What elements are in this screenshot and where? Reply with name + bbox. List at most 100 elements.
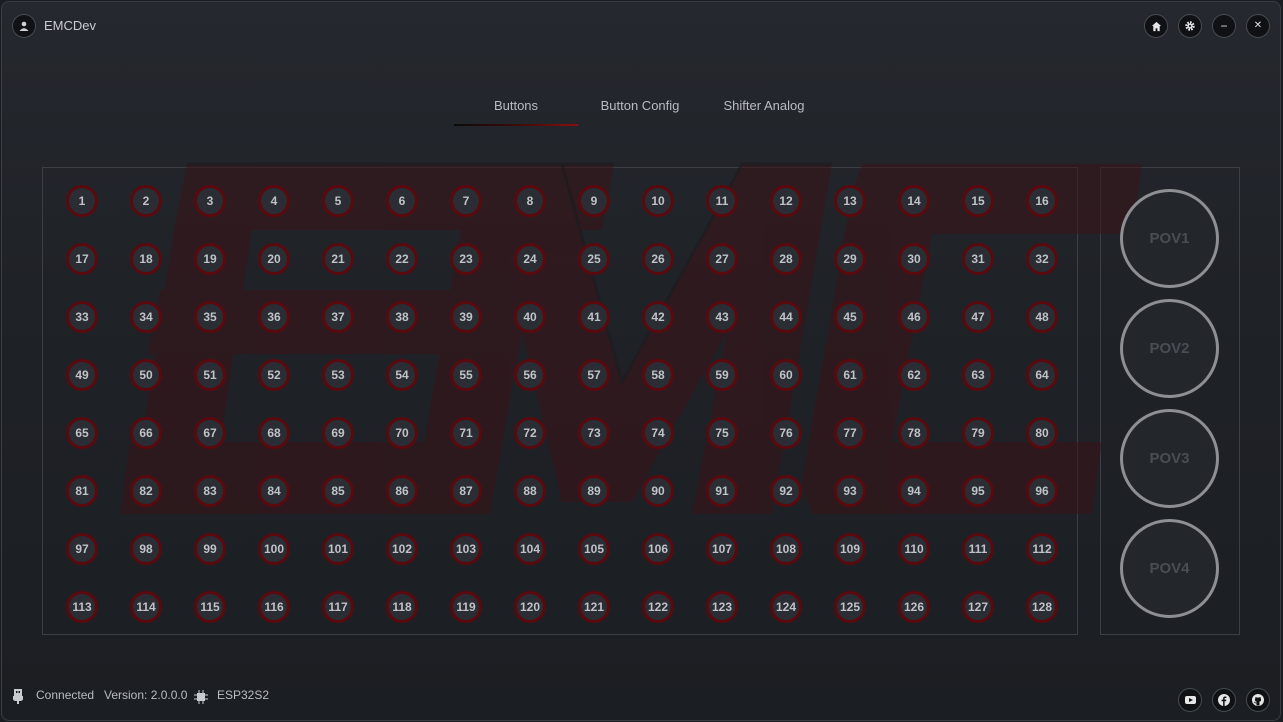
joystick-button-35[interactable]: 35 xyxy=(194,301,226,333)
joystick-button-49[interactable]: 49 xyxy=(66,359,98,391)
joystick-button-86[interactable]: 86 xyxy=(386,475,418,507)
joystick-button-109[interactable]: 109 xyxy=(834,533,866,565)
joystick-button-94[interactable]: 94 xyxy=(898,475,930,507)
joystick-button-18[interactable]: 18 xyxy=(130,243,162,275)
joystick-button-88[interactable]: 88 xyxy=(514,475,546,507)
joystick-button-124[interactable]: 124 xyxy=(770,591,802,623)
joystick-button-60[interactable]: 60 xyxy=(770,359,802,391)
joystick-button-95[interactable]: 95 xyxy=(962,475,994,507)
joystick-button-71[interactable]: 71 xyxy=(450,417,482,449)
joystick-button-25[interactable]: 25 xyxy=(578,243,610,275)
joystick-button-116[interactable]: 116 xyxy=(258,591,290,623)
joystick-button-72[interactable]: 72 xyxy=(514,417,546,449)
joystick-button-19[interactable]: 19 xyxy=(194,243,226,275)
joystick-button-76[interactable]: 76 xyxy=(770,417,802,449)
joystick-button-98[interactable]: 98 xyxy=(130,533,162,565)
joystick-button-80[interactable]: 80 xyxy=(1026,417,1058,449)
joystick-button-123[interactable]: 123 xyxy=(706,591,738,623)
joystick-button-22[interactable]: 22 xyxy=(386,243,418,275)
pov-3[interactable]: POV3 xyxy=(1120,409,1219,508)
joystick-button-28[interactable]: 28 xyxy=(770,243,802,275)
github-button[interactable] xyxy=(1246,688,1270,712)
pov-2[interactable]: POV2 xyxy=(1120,299,1219,398)
joystick-button-33[interactable]: 33 xyxy=(66,301,98,333)
joystick-button-7[interactable]: 7 xyxy=(450,185,482,217)
joystick-button-89[interactable]: 89 xyxy=(578,475,610,507)
joystick-button-32[interactable]: 32 xyxy=(1026,243,1058,275)
joystick-button-26[interactable]: 26 xyxy=(642,243,674,275)
joystick-button-91[interactable]: 91 xyxy=(706,475,738,507)
joystick-button-118[interactable]: 118 xyxy=(386,591,418,623)
joystick-button-27[interactable]: 27 xyxy=(706,243,738,275)
joystick-button-51[interactable]: 51 xyxy=(194,359,226,391)
joystick-button-103[interactable]: 103 xyxy=(450,533,482,565)
joystick-button-62[interactable]: 62 xyxy=(898,359,930,391)
joystick-button-104[interactable]: 104 xyxy=(514,533,546,565)
joystick-button-67[interactable]: 67 xyxy=(194,417,226,449)
joystick-button-54[interactable]: 54 xyxy=(386,359,418,391)
joystick-button-29[interactable]: 29 xyxy=(834,243,866,275)
joystick-button-40[interactable]: 40 xyxy=(514,301,546,333)
joystick-button-105[interactable]: 105 xyxy=(578,533,610,565)
joystick-button-65[interactable]: 65 xyxy=(66,417,98,449)
joystick-button-68[interactable]: 68 xyxy=(258,417,290,449)
joystick-button-1[interactable]: 1 xyxy=(66,185,98,217)
joystick-button-8[interactable]: 8 xyxy=(514,185,546,217)
joystick-button-114[interactable]: 114 xyxy=(130,591,162,623)
joystick-button-121[interactable]: 121 xyxy=(578,591,610,623)
joystick-button-73[interactable]: 73 xyxy=(578,417,610,449)
joystick-button-106[interactable]: 106 xyxy=(642,533,674,565)
joystick-button-10[interactable]: 10 xyxy=(642,185,674,217)
joystick-button-57[interactable]: 57 xyxy=(578,359,610,391)
joystick-button-75[interactable]: 75 xyxy=(706,417,738,449)
joystick-button-115[interactable]: 115 xyxy=(194,591,226,623)
joystick-button-120[interactable]: 120 xyxy=(514,591,546,623)
joystick-button-127[interactable]: 127 xyxy=(962,591,994,623)
joystick-button-66[interactable]: 66 xyxy=(130,417,162,449)
joystick-button-78[interactable]: 78 xyxy=(898,417,930,449)
joystick-button-81[interactable]: 81 xyxy=(66,475,98,507)
joystick-button-53[interactable]: 53 xyxy=(322,359,354,391)
joystick-button-97[interactable]: 97 xyxy=(66,533,98,565)
joystick-button-52[interactable]: 52 xyxy=(258,359,290,391)
joystick-button-117[interactable]: 117 xyxy=(322,591,354,623)
joystick-button-113[interactable]: 113 xyxy=(66,591,98,623)
joystick-button-44[interactable]: 44 xyxy=(770,301,802,333)
joystick-button-23[interactable]: 23 xyxy=(450,243,482,275)
joystick-button-2[interactable]: 2 xyxy=(130,185,162,217)
joystick-button-59[interactable]: 59 xyxy=(706,359,738,391)
joystick-button-93[interactable]: 93 xyxy=(834,475,866,507)
joystick-button-79[interactable]: 79 xyxy=(962,417,994,449)
joystick-button-11[interactable]: 11 xyxy=(706,185,738,217)
joystick-button-38[interactable]: 38 xyxy=(386,301,418,333)
joystick-button-37[interactable]: 37 xyxy=(322,301,354,333)
joystick-button-107[interactable]: 107 xyxy=(706,533,738,565)
joystick-button-112[interactable]: 112 xyxy=(1026,533,1058,565)
joystick-button-125[interactable]: 125 xyxy=(834,591,866,623)
joystick-button-63[interactable]: 63 xyxy=(962,359,994,391)
joystick-button-17[interactable]: 17 xyxy=(66,243,98,275)
joystick-button-102[interactable]: 102 xyxy=(386,533,418,565)
joystick-button-30[interactable]: 30 xyxy=(898,243,930,275)
joystick-button-20[interactable]: 20 xyxy=(258,243,290,275)
joystick-button-6[interactable]: 6 xyxy=(386,185,418,217)
pov-4[interactable]: POV4 xyxy=(1120,519,1219,618)
joystick-button-47[interactable]: 47 xyxy=(962,301,994,333)
joystick-button-41[interactable]: 41 xyxy=(578,301,610,333)
joystick-button-82[interactable]: 82 xyxy=(130,475,162,507)
joystick-button-99[interactable]: 99 xyxy=(194,533,226,565)
joystick-button-101[interactable]: 101 xyxy=(322,533,354,565)
joystick-button-61[interactable]: 61 xyxy=(834,359,866,391)
joystick-button-55[interactable]: 55 xyxy=(450,359,482,391)
joystick-button-4[interactable]: 4 xyxy=(258,185,290,217)
joystick-button-100[interactable]: 100 xyxy=(258,533,290,565)
joystick-button-126[interactable]: 126 xyxy=(898,591,930,623)
joystick-button-119[interactable]: 119 xyxy=(450,591,482,623)
joystick-button-64[interactable]: 64 xyxy=(1026,359,1058,391)
joystick-button-43[interactable]: 43 xyxy=(706,301,738,333)
joystick-button-21[interactable]: 21 xyxy=(322,243,354,275)
joystick-button-13[interactable]: 13 xyxy=(834,185,866,217)
joystick-button-110[interactable]: 110 xyxy=(898,533,930,565)
joystick-button-128[interactable]: 128 xyxy=(1026,591,1058,623)
joystick-button-70[interactable]: 70 xyxy=(386,417,418,449)
